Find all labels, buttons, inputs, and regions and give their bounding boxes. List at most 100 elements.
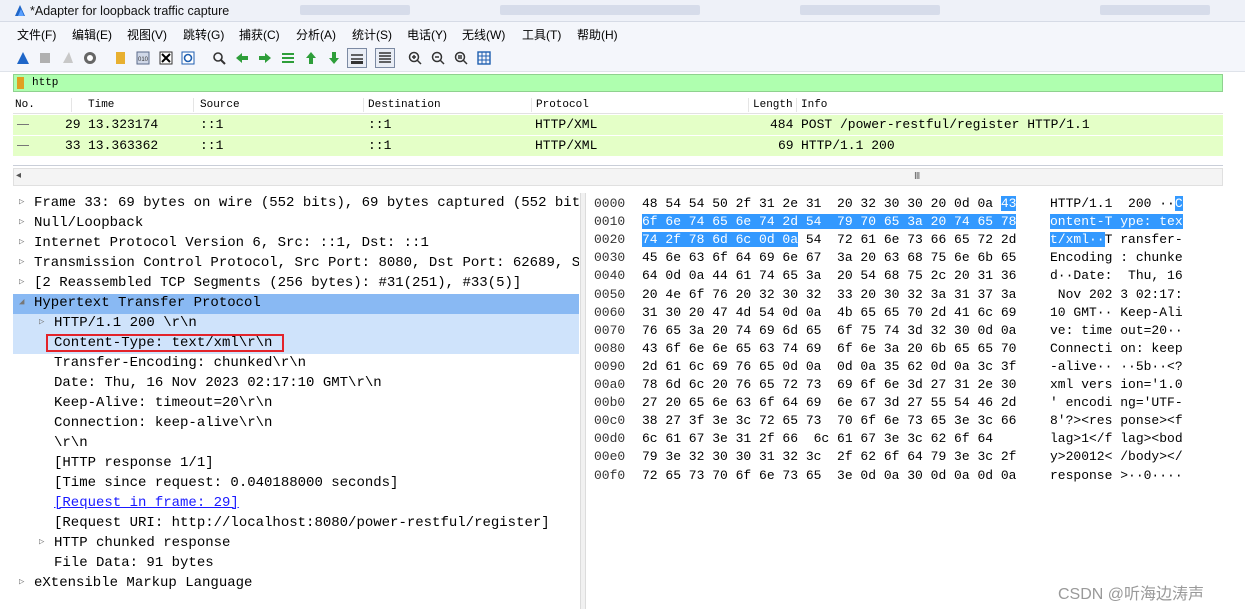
bytes-segment: ve: time out=20··: [1050, 322, 1183, 338]
detail-row[interactable]: ▷ HTTP chunked response: [13, 534, 579, 554]
zoom-out-icon[interactable]: [430, 50, 446, 66]
detail-row[interactable]: ▷ HTTP/1.1 200 \r\n: [13, 314, 579, 334]
detail-row[interactable]: ▷ [2 Reassembled TCP Segments (256 bytes)…: [13, 274, 579, 294]
menu-wireless[interactable]: 无线(W): [462, 26, 505, 43]
go-back-icon[interactable]: [234, 50, 250, 66]
colorize-icon[interactable]: [375, 48, 395, 68]
hex-row[interactable]: 0090 2d 61 6c 69 76 65 0d 0a 0d 0a 35 62 …: [590, 358, 1230, 376]
close-file-icon[interactable]: [158, 50, 174, 66]
pane-splitter[interactable]: [580, 193, 586, 609]
expand-arrow-icon[interactable]: ▷: [19, 577, 24, 587]
hex-row[interactable]: 0050 20 4e 6f 76 20 32 30 32 33 20 30 32 …: [590, 286, 1230, 304]
shark-fin-start-icon[interactable]: [15, 50, 31, 66]
hex-bytes: 76 65 3a 20 74 69 6d 65 6f 75 74 3d 32 3…: [642, 323, 1016, 338]
restart-icon[interactable]: [60, 50, 76, 66]
hex-row[interactable]: 0060 31 30 20 47 4d 54 0d 0a 4b 65 65 70 …: [590, 304, 1230, 322]
collapse-arrow-icon[interactable]: ◢: [19, 297, 24, 307]
display-filter-input[interactable]: [32, 76, 1212, 90]
column-protocol[interactable]: Protocol: [536, 99, 589, 111]
hex-row[interactable]: 00d0 6c 61 67 3e 31 2f 66 6c 61 67 3e 3c …: [590, 430, 1230, 448]
zoom-in-icon[interactable]: [407, 50, 423, 66]
column-source[interactable]: Source: [200, 99, 240, 111]
last-packet-icon[interactable]: [326, 50, 342, 66]
hex-row[interactable]: 00b0 27 20 65 6e 63 6f 64 69 6e 67 3d 27 …: [590, 394, 1230, 412]
hex-row[interactable]: 0080 43 6f 6e 6e 65 63 74 69 6f 6e 3a 20 …: [590, 340, 1230, 358]
menu-go[interactable]: 跳转(G): [183, 26, 224, 43]
scroll-left-arrow-icon[interactable]: ◂: [16, 170, 21, 181]
hex-row[interactable]: 00f0 72 65 73 70 6f 6e 73 65 3e 0d 0a 30 …: [590, 467, 1230, 485]
hex-row[interactable]: 0040 64 0d 0a 44 61 74 65 3a 20 54 68 75 …: [590, 267, 1230, 285]
hex-row[interactable]: 0020 74 2f 78 6d 6c 0d 0a 54 72 61 6e 73 …: [590, 231, 1230, 249]
column-time[interactable]: Time: [88, 99, 114, 111]
menu-view[interactable]: 视图(V): [127, 26, 167, 43]
expand-arrow-icon[interactable]: ▷: [19, 197, 24, 207]
packet-row[interactable]: 29 13.323174 ::1 ::1 HTTP/XML 484 POST /…: [13, 115, 1223, 135]
detail-row[interactable]: File Data: 91 bytes: [13, 554, 579, 574]
expand-arrow-icon[interactable]: ▷: [39, 317, 44, 327]
menu-telephony[interactable]: 电话(Y): [407, 26, 447, 43]
zoom-normal-icon[interactable]: [453, 50, 469, 66]
packet-list-hscrollbar[interactable]: ◂ III: [13, 168, 1223, 186]
detail-row[interactable]: [Time since request: 0.040188000 seconds…: [13, 474, 579, 494]
request-frame-link[interactable]: [Request in frame: 29]: [54, 495, 239, 511]
hex-row[interactable]: 0070 76 65 3a 20 74 69 6d 65 6f 75 74 3d …: [590, 322, 1230, 340]
detail-row[interactable]: Transfer-Encoding: chunked\r\n: [13, 354, 579, 374]
save-file-icon[interactable]: 010: [135, 50, 151, 66]
bytes-segment: HTTP/1.1 200 ··: [1050, 196, 1175, 211]
scrollbar-grip[interactable]: III: [914, 171, 920, 182]
reload-icon[interactable]: [180, 50, 196, 66]
detail-row[interactable]: ▷ Frame 33: 69 bytes on wire (552 bits), …: [13, 194, 579, 214]
hex-row[interactable]: 0010 6f 6e 74 65 6e 74 2d 54 79 70 65 3a …: [590, 213, 1230, 231]
detail-row[interactable]: [Request in frame: 29]: [13, 494, 579, 514]
hex-row[interactable]: 00a0 78 6d 6c 20 76 65 72 73 69 6f 6e 3d …: [590, 376, 1230, 394]
detail-row[interactable]: ▷ Transmission Control Protocol, Src Port…: [13, 254, 579, 274]
resize-columns-icon[interactable]: [476, 50, 492, 66]
packet-row-selected[interactable]: 33 13.363362 ::1 ::1 HTTP/XML 69 HTTP/1.…: [13, 136, 1223, 156]
detail-row[interactable]: ▷ eXtensible Markup Language: [13, 574, 579, 594]
detail-row[interactable]: ▷ Internet Protocol Version 6, Src: ::1, …: [13, 234, 579, 254]
menu-file[interactable]: 文件(F): [17, 26, 56, 43]
detail-row[interactable]: ▷ Null/Loopback: [13, 214, 579, 234]
expand-arrow-icon[interactable]: ▷: [19, 257, 24, 267]
detail-row[interactable]: Connection: keep-alive\r\n: [13, 414, 579, 434]
menu-analyze[interactable]: 分析(A): [296, 26, 336, 43]
detail-row[interactable]: Keep-Alive: timeout=20\r\n: [13, 394, 579, 414]
go-to-packet-icon[interactable]: [280, 50, 296, 66]
bytes-segment: 78 6d 6c 20 76 65 72 73 69 6f 6e 3d 27 3…: [642, 377, 1017, 392]
find-icon[interactable]: [211, 50, 227, 66]
hex-row[interactable]: 00e0 79 3e 32 30 30 31 32 3c 2f 62 6f 64 …: [590, 448, 1230, 466]
first-packet-icon[interactable]: [303, 50, 319, 66]
column-destination[interactable]: Destination: [368, 99, 441, 111]
bytes-segment: response >··0····: [1050, 467, 1183, 483]
detail-row[interactable]: \r\n: [13, 434, 579, 454]
detail-row[interactable]: [Request URI: http://localhost:8080/powe…: [13, 514, 579, 534]
title-bar: *Adapter for loopback traffic capture: [0, 0, 1245, 22]
menu-capture[interactable]: 捕获(C): [239, 26, 280, 43]
packet-protocol: HTTP/XML: [535, 138, 598, 153]
auto-scroll-icon[interactable]: [347, 48, 367, 68]
hex-row[interactable]: 0000 48 54 54 50 2f 31 2e 31 20 32 30 30 …: [590, 195, 1230, 213]
filter-bookmark-icon[interactable]: [17, 77, 24, 89]
hex-row[interactable]: 00c0 38 27 3f 3e 3c 72 65 73 70 6f 6e 73 …: [590, 412, 1230, 430]
detail-row[interactable]: ◢ Hypertext Transfer Protocol: [13, 294, 579, 314]
menu-edit[interactable]: 编辑(E): [72, 26, 112, 43]
column-no[interactable]: No.: [15, 99, 35, 111]
expand-arrow-icon[interactable]: ▷: [19, 217, 24, 227]
capture-options-icon[interactable]: [82, 50, 98, 66]
expand-arrow-icon[interactable]: ▷: [19, 277, 24, 287]
open-file-icon[interactable]: [112, 50, 128, 66]
go-forward-icon[interactable]: [257, 50, 273, 66]
detail-row[interactable]: [HTTP response 1/1]: [13, 454, 579, 474]
expand-arrow-icon[interactable]: ▷: [39, 537, 44, 547]
packet-time: 13.363362: [88, 138, 159, 153]
column-info[interactable]: Info: [801, 99, 827, 111]
related-packet-icon: [17, 124, 29, 125]
detail-row[interactable]: Date: Thu, 16 Nov 2023 02:17:10 GMT\r\n: [13, 374, 579, 394]
hex-row[interactable]: 0030 45 6e 63 6f 64 69 6e 67 3a 20 63 68 …: [590, 249, 1230, 267]
column-length[interactable]: Length: [753, 99, 793, 111]
menu-tools[interactable]: 工具(T): [522, 26, 561, 43]
stop-icon[interactable]: [37, 50, 53, 66]
menu-statistics[interactable]: 统计(S): [352, 26, 392, 43]
menu-help[interactable]: 帮助(H): [577, 26, 618, 43]
expand-arrow-icon[interactable]: ▷: [19, 237, 24, 247]
